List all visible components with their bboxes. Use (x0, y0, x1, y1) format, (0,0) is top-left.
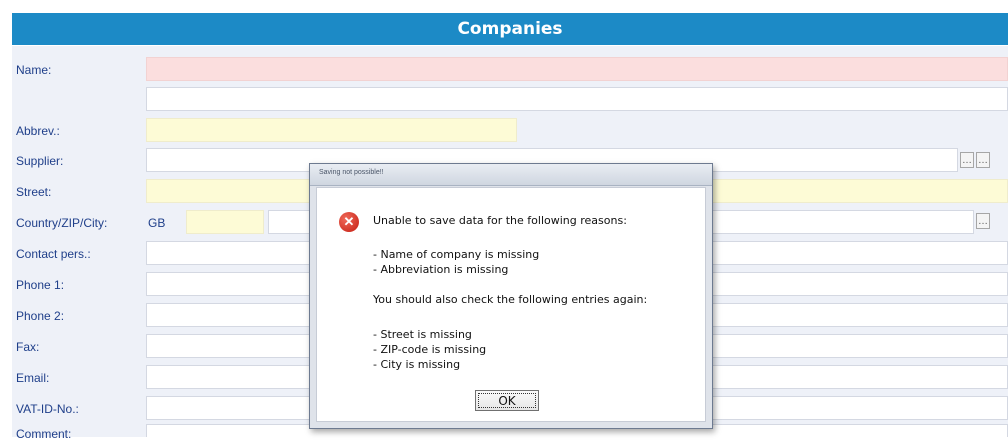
page-title: Companies (457, 19, 563, 39)
error-dialog: Saving not possible!! ✕ Unable to save d… (309, 163, 713, 429)
supplier-lookup-label: … (962, 154, 972, 166)
dialog-check-intro: You should also check the following entr… (373, 293, 648, 306)
street-label: Street: (16, 185, 52, 199)
abbrev-field[interactable] (146, 118, 517, 142)
name-label: Name: (16, 63, 52, 77)
ok-button[interactable]: OK (475, 390, 539, 411)
dialog-intro: Unable to save data for the following re… (373, 214, 627, 227)
dialog-warning-1: - Street is missing (373, 328, 472, 341)
name-field-line2[interactable] (146, 87, 1008, 111)
dialog-title: Saving not possible!! (319, 169, 384, 176)
zip-field[interactable] (186, 210, 264, 234)
dialog-titlebar[interactable]: Saving not possible!! (310, 164, 712, 186)
name-field[interactable] (146, 57, 1008, 81)
supplier-label: Supplier: (16, 154, 64, 168)
contact-label: Contact pers.: (16, 247, 91, 261)
dialog-error-1: - Name of company is missing (373, 248, 540, 261)
phone2-label: Phone 2: (16, 309, 65, 323)
email-label: Email: (16, 371, 50, 385)
ellipsis-icon: … (978, 154, 988, 166)
abbrev-label: Abbrev.: (16, 124, 60, 138)
dialog-body: ✕ Unable to save data for the following … (316, 187, 706, 422)
supplier-lookup-button[interactable]: … (960, 152, 974, 168)
error-icon: ✕ (339, 212, 359, 232)
dialog-warning-2: - ZIP-code is missing (373, 343, 487, 356)
city-lookup-label: … (978, 215, 988, 227)
country-zip-city-label: Country/ZIP/City: (16, 216, 108, 230)
page-header: Companies (12, 13, 1008, 45)
dialog-error-2: - Abbreviation is missing (373, 263, 509, 276)
city-lookup-button[interactable]: … (976, 213, 990, 229)
dialog-warning-3: - City is missing (373, 358, 461, 371)
phone1-label: Phone 1: (16, 278, 65, 292)
comment-label: Comment: (16, 427, 72, 441)
vat-label: VAT-ID-No.: (16, 402, 79, 416)
country-value[interactable]: GB (148, 216, 165, 230)
supplier-lookup-button-2[interactable]: … (976, 152, 990, 168)
fax-label: Fax: (16, 340, 40, 354)
